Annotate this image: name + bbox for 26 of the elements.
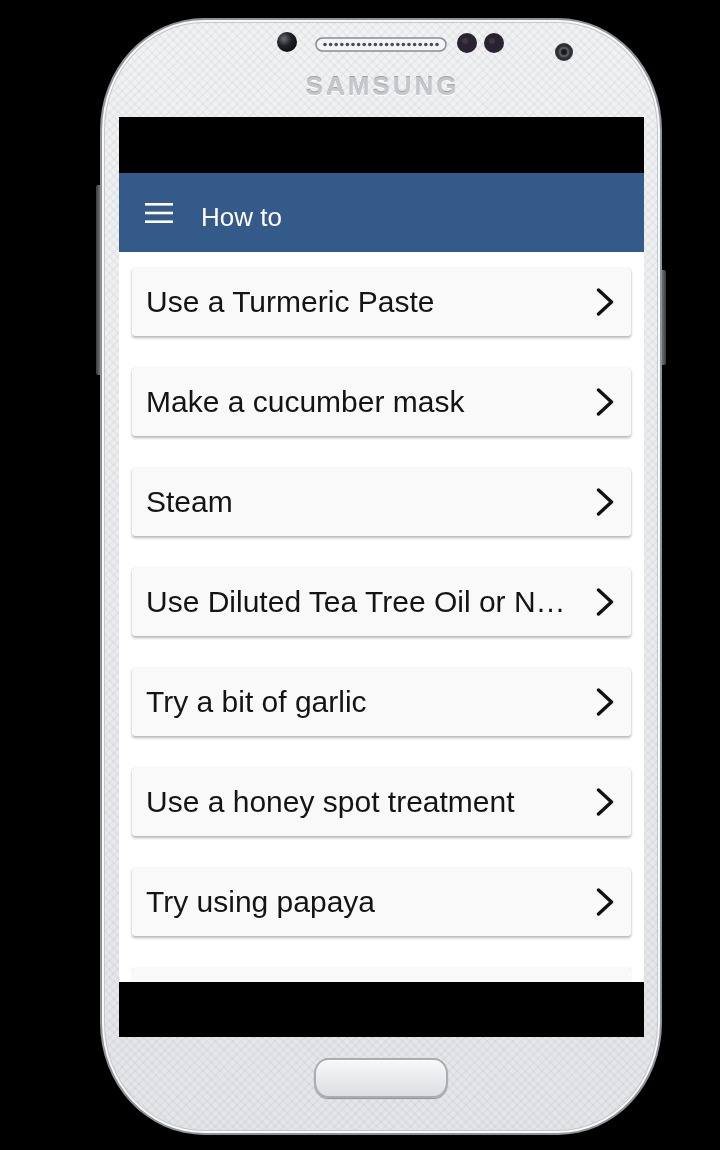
- chevron-right-icon: [595, 788, 615, 816]
- chevron-right-icon: [595, 588, 615, 616]
- list-item[interactable]: Use Diluted Tea Tree Oil or N…: [132, 568, 631, 636]
- camera-lens-icon: [277, 32, 297, 52]
- side-button[interactable]: [96, 185, 100, 375]
- brand-logo: SAMSUNG: [304, 73, 460, 99]
- chevron-right-icon: [595, 388, 615, 416]
- sensor-icon: [457, 33, 477, 53]
- list-item[interactable]: Make a cucumber mask: [132, 368, 631, 436]
- speaker-grille-icon: [315, 37, 447, 52]
- chevron-right-icon: [595, 888, 615, 916]
- side-button[interactable]: [662, 270, 666, 365]
- chevron-right-icon: [595, 688, 615, 716]
- app-title: How to: [201, 200, 282, 233]
- chevron-right-icon: [595, 488, 615, 516]
- list-item[interactable]: Steam: [132, 468, 631, 536]
- camera-lens-icon: [555, 43, 573, 61]
- list-item[interactable]: Try a bit of garlic: [132, 668, 631, 736]
- list-item[interactable]: [132, 968, 631, 982]
- menu-icon[interactable]: [145, 202, 173, 223]
- list-item[interactable]: Use a honey spot treatment: [132, 768, 631, 836]
- list-item[interactable]: Use a Turmeric Paste: [132, 268, 631, 336]
- list-item[interactable]: Try using papaya: [132, 868, 631, 936]
- sensor-icon: [484, 33, 504, 53]
- chevron-right-icon: [595, 288, 615, 316]
- home-button[interactable]: [314, 1058, 448, 1098]
